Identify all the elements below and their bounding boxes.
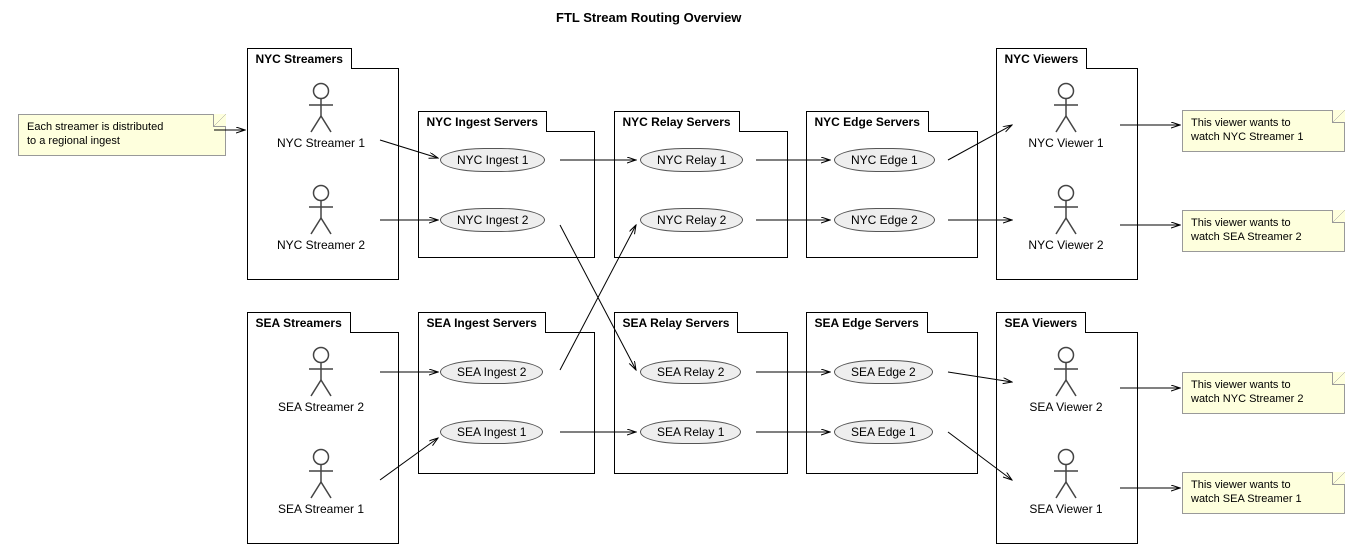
arrows-layer [0, 0, 1356, 550]
diagram-canvas: FTL Stream Routing Overview NYC Streamer… [0, 0, 1356, 550]
